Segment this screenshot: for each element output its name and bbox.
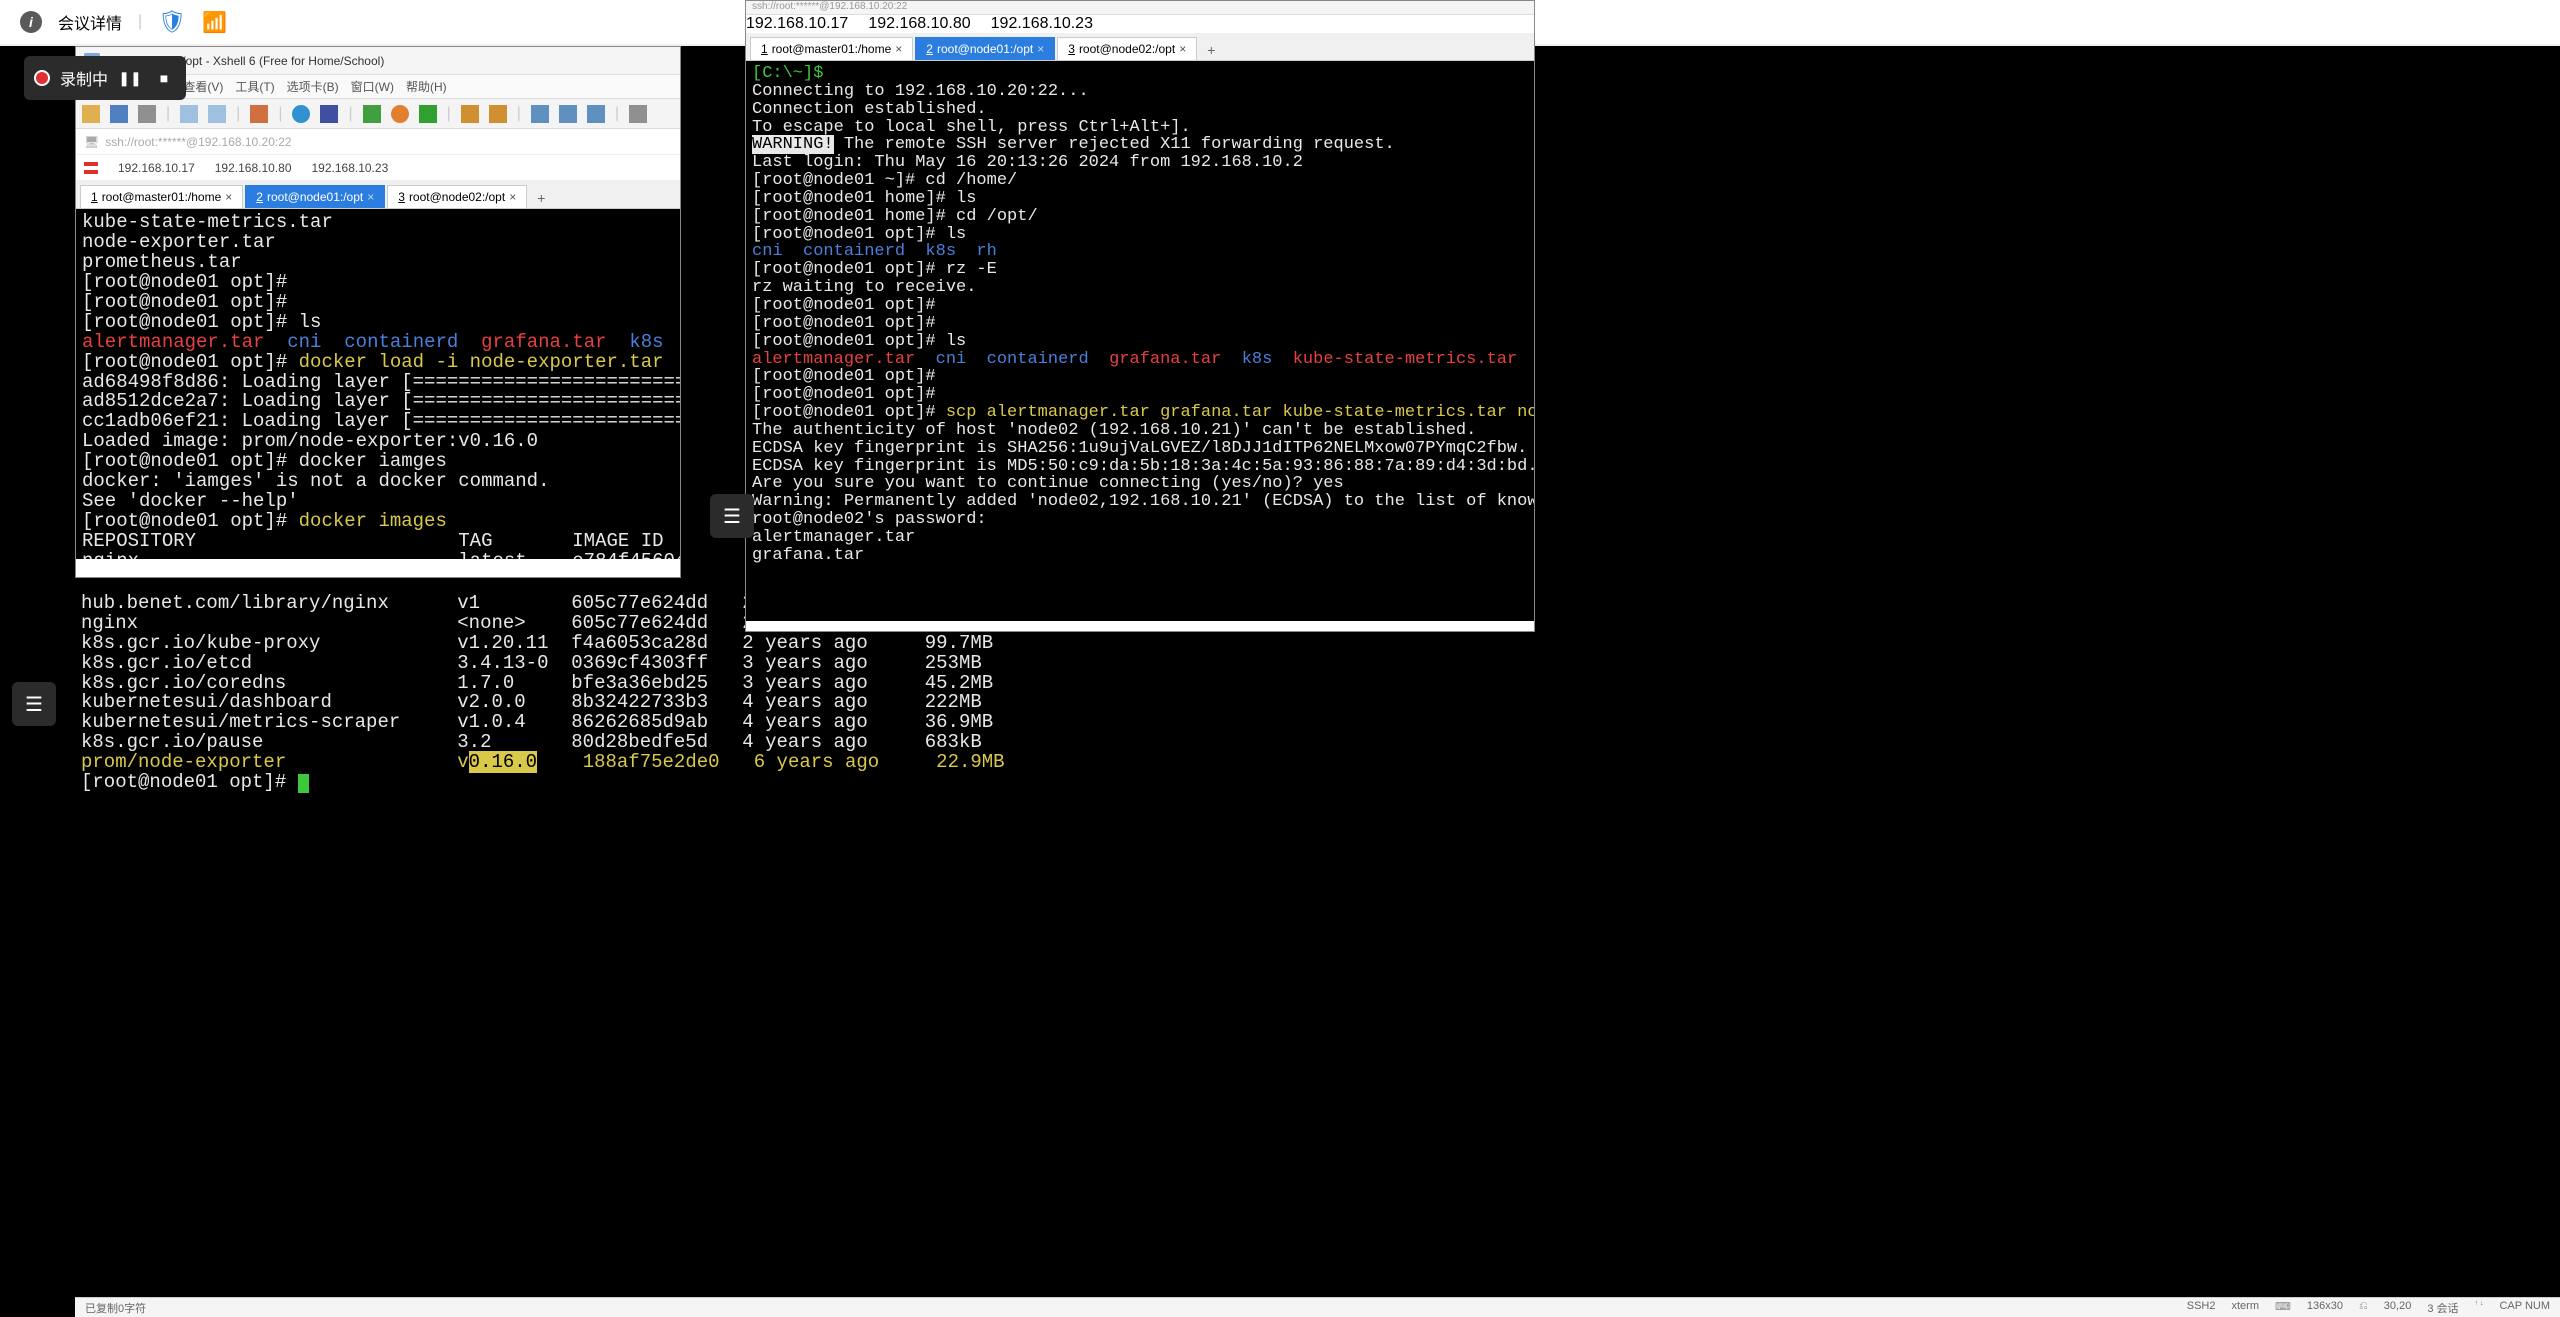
signal-icon[interactable]: 📶 — [202, 10, 227, 35]
session-bar: 192.168.10.17 192.168.10.80 192.168.10.23 — [76, 155, 680, 181]
sidebar-toggle-left[interactable]: ☰ — [12, 682, 56, 726]
status-pos: 30,20 — [2384, 1300, 2412, 1316]
menu-item[interactable]: 查看(V) — [183, 78, 223, 95]
divider: | — [615, 105, 619, 123]
menu-item[interactable]: 窗口(W) — [351, 78, 394, 95]
session-ip[interactable]: 192.168.10.80 — [868, 15, 970, 32]
flag-icon[interactable] — [84, 162, 98, 174]
close-icon[interactable]: × — [895, 42, 902, 56]
info-icon[interactable]: i — [20, 11, 42, 33]
menu-item[interactable]: 选项卡(B) — [287, 78, 339, 95]
divider: | — [517, 105, 521, 123]
status-bar: 已复制0字符 SSH2 xterm ⌨ 136x30 ⎌ 30,20 3 会话 … — [75, 1297, 2560, 1317]
close-icon[interactable]: × — [1179, 42, 1186, 56]
divider: | — [166, 105, 170, 123]
stop-button[interactable]: ■ — [152, 66, 176, 90]
session-ip[interactable]: 192.168.10.17 — [118, 161, 195, 175]
tab-bar-right: 1 root@master01:/home×2 root@node01:/opt… — [746, 33, 1534, 61]
session-tab[interactable]: 1 root@master01:/home× — [80, 185, 243, 208]
close-icon[interactable]: × — [225, 190, 232, 204]
status-xterm: xterm — [2232, 1300, 2260, 1316]
address-text: ssh://root:******@192.168.10.20:22 — [105, 135, 291, 149]
meeting-details-label[interactable]: 会议详情 — [58, 10, 122, 34]
script-icon[interactable] — [363, 105, 381, 123]
close-icon[interactable]: × — [367, 190, 374, 204]
tab-bar-left: 1 root@master01:/home×2 root@node01:/opt… — [76, 181, 680, 209]
status-ssh: SSH2 — [2187, 1300, 2216, 1316]
session-ip[interactable]: 192.168.10.17 — [746, 15, 848, 32]
add-tab-button[interactable]: + — [1199, 40, 1223, 60]
divider: | — [278, 105, 282, 123]
pause-button[interactable]: ❚❚ — [118, 66, 142, 90]
key-icon[interactable] — [489, 105, 507, 123]
recording-label: 录制中 — [60, 66, 108, 90]
session-tab[interactable]: 1 root@master01:/home× — [750, 37, 913, 60]
session-tab[interactable]: 3 root@node02:/opt× — [387, 185, 527, 208]
workspace: ☰ ☰ hub.benet.com/library/nginx v1 605c7… — [0, 46, 2560, 1317]
recording-badge: 录制中 ❚❚ ■ — [24, 56, 186, 100]
play-icon[interactable] — [419, 105, 437, 123]
record-dot-icon — [34, 70, 50, 86]
search-icon[interactable] — [250, 105, 268, 123]
status-sess: 3 会话 — [2427, 1300, 2458, 1316]
status-dim: 136x30 — [2307, 1300, 2343, 1316]
session-tab[interactable]: 3 root@node02:/opt× — [1057, 37, 1197, 60]
address-bar[interactable]: 🖥 ssh://root:******@192.168.10.20:22 — [76, 129, 680, 155]
session-ip[interactable]: 192.168.10.23 — [991, 15, 1093, 32]
xshell-window-left: root@node01:/opt - Xshell 6 (Free for Ho… — [75, 46, 681, 578]
divider: | — [138, 13, 142, 31]
session-tab[interactable]: 2 root@node01:/opt× — [245, 185, 385, 208]
divider: | — [236, 105, 240, 123]
font-icon[interactable] — [320, 105, 338, 123]
close-icon[interactable]: × — [509, 190, 516, 204]
paste-icon[interactable] — [208, 105, 226, 123]
open-icon[interactable] — [110, 105, 128, 123]
status-left: 已复制0字符 — [85, 1300, 146, 1316]
tile-icon[interactable] — [531, 105, 549, 123]
menu-item[interactable]: 帮助(H) — [406, 78, 447, 95]
globe-icon[interactable] — [292, 105, 310, 123]
shield-icon[interactable]: 🛡 — [158, 9, 186, 35]
grid-icon[interactable] — [587, 105, 605, 123]
divider: | — [447, 105, 451, 123]
gear-icon[interactable] — [629, 105, 647, 123]
session-ip[interactable]: 192.168.10.80 — [215, 161, 292, 175]
terminal-left[interactable]: kube-state-metrics.tarnode-exporter.tarp… — [76, 209, 680, 559]
session-tab[interactable]: 2 root@node01:/opt× — [915, 37, 1055, 60]
close-icon[interactable]: × — [1037, 42, 1044, 56]
xshell-window-right: ssh://root:******@192.168.10.20:22 192.1… — [745, 0, 1535, 632]
sidebar-toggle-right[interactable]: ☰ — [710, 494, 754, 538]
menu-item[interactable]: 工具(T) — [235, 78, 274, 95]
status-caps: CAP NUM — [2499, 1300, 2550, 1316]
add-tab-button[interactable]: + — [529, 188, 553, 208]
divider: | — [348, 105, 352, 123]
new-session-icon[interactable] — [82, 105, 100, 123]
save-icon[interactable] — [138, 105, 156, 123]
title-bar-fragment: ssh://root:******@192.168.10.20:22 — [746, 1, 1534, 15]
cascade-icon[interactable] — [559, 105, 577, 123]
tool-bar: | | | | | | | — [76, 99, 680, 129]
session-bar: 192.168.10.17 192.168.10.80 192.168.10.23 — [746, 15, 1534, 33]
record-icon[interactable] — [391, 105, 409, 123]
copy-icon[interactable] — [180, 105, 198, 123]
terminal-right[interactable]: [C:\~]$ Connecting to 192.168.10.20:22..… — [746, 61, 1534, 621]
session-ip[interactable]: 192.168.10.23 — [312, 161, 389, 175]
lock-icon[interactable] — [461, 105, 479, 123]
